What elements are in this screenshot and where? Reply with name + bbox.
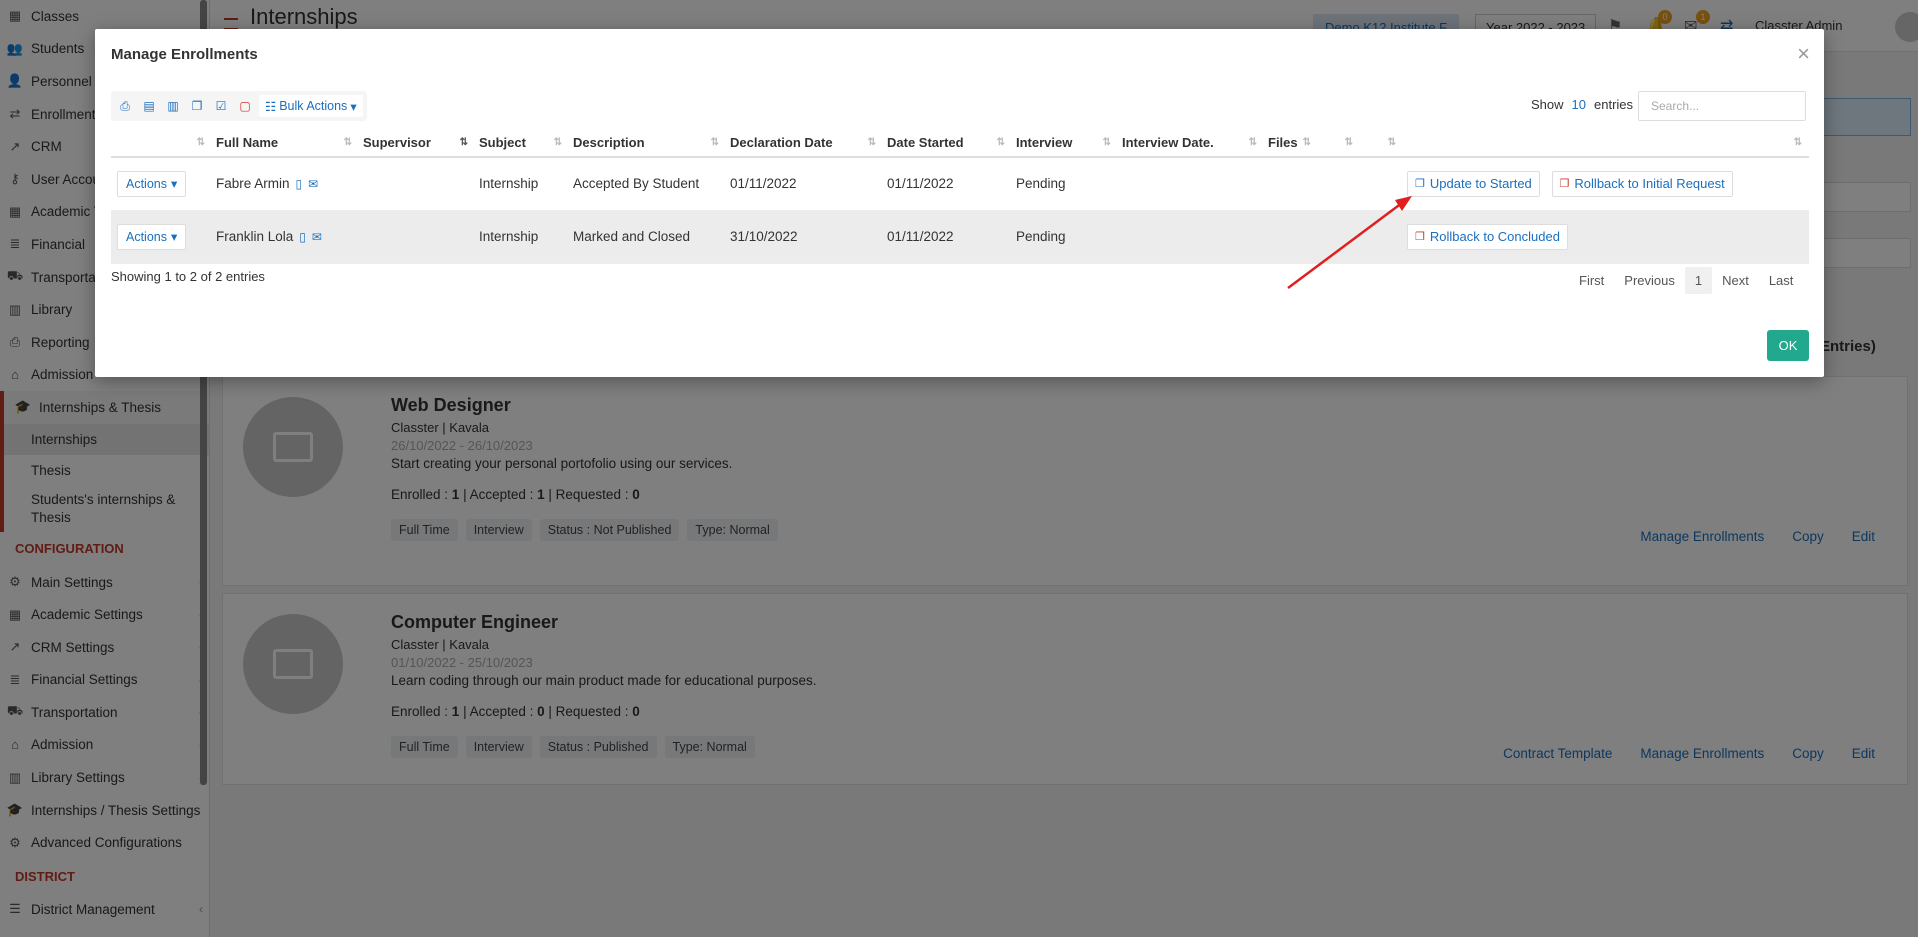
annotation-arrow-icon [1287, 196, 1412, 290]
